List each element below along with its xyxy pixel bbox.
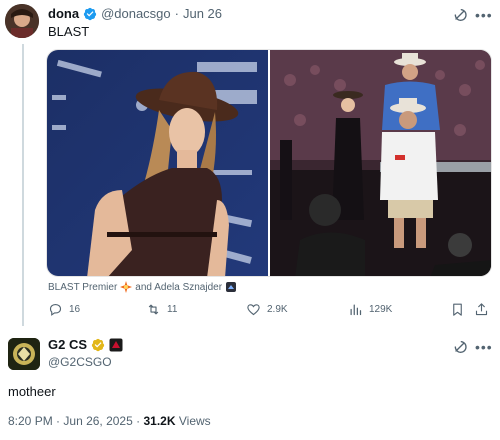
date[interactable]: Jun 26, 2025 [63,414,132,428]
handle[interactable]: @G2CSGO [48,355,112,369]
display-name[interactable]: G2 CS [48,337,87,352]
reply-icon [49,303,62,316]
verified-icon [83,7,97,20]
retweet-count: 11 [167,304,178,315]
like-count: 2.9K [267,304,288,315]
tweet-header: G2 CS [48,337,123,352]
tweet-actions: 16 11 2.9K 129K [46,302,492,322]
tweet-header: dona @donacsgo · Jun 26 [48,6,222,21]
more-icon[interactable]: ••• [475,8,493,22]
separator-dot: · [136,414,141,428]
bookmark-icon [453,303,462,316]
square-emoji-icon [226,282,237,292]
views-label: Views [178,414,211,428]
affiliate-badge-icon[interactable] [109,338,123,352]
reply-button[interactable]: 16 [48,302,80,317]
avatar[interactable] [8,338,40,370]
tag-connector[interactable]: and Adela Sznajder [135,282,222,293]
views-icon [350,304,362,316]
avatar[interactable] [5,4,39,38]
retweet-icon [148,304,159,315]
views-count: 129K [369,304,393,315]
separator-dot: · [56,414,61,428]
like-button[interactable]: 2.9K [246,302,288,317]
photo-left[interactable] [47,50,268,276]
thread-connector-line [22,44,24,326]
display-name[interactable]: dona [48,6,79,21]
grok-icon[interactable] [452,7,468,23]
retweet-button[interactable]: 11 [146,302,177,317]
tweet-text: BLAST [48,24,90,39]
timestamp[interactable]: Jun 26 [183,6,222,21]
verified-gold-icon [91,338,105,351]
more-icon[interactable]: ••• [475,340,493,354]
media-grid[interactable] [46,49,492,277]
time[interactable]: 8:20 PM [8,414,53,428]
tag-first[interactable]: BLAST Premier [48,282,117,293]
photo-tags[interactable]: BLAST Premier and Adela Sznajder [48,281,237,293]
reply-count: 16 [69,304,81,315]
photo-right[interactable] [270,50,491,276]
bookmark-button[interactable] [450,302,465,317]
separator-dot: · [174,6,179,21]
grok-icon[interactable] [452,339,468,355]
tweet-meta: 8:20 PM · Jun 26, 2025 · 31.2K Views [8,414,211,428]
sparkle-icon [120,281,133,293]
like-icon [247,304,260,316]
tweet-text: motheer [8,384,56,399]
views-button[interactable]: 129K [348,302,392,317]
share-button[interactable] [474,302,489,317]
views-count[interactable]: 31.2K [143,414,175,428]
share-icon [475,303,488,316]
handle[interactable]: @donacsgo [101,6,171,21]
